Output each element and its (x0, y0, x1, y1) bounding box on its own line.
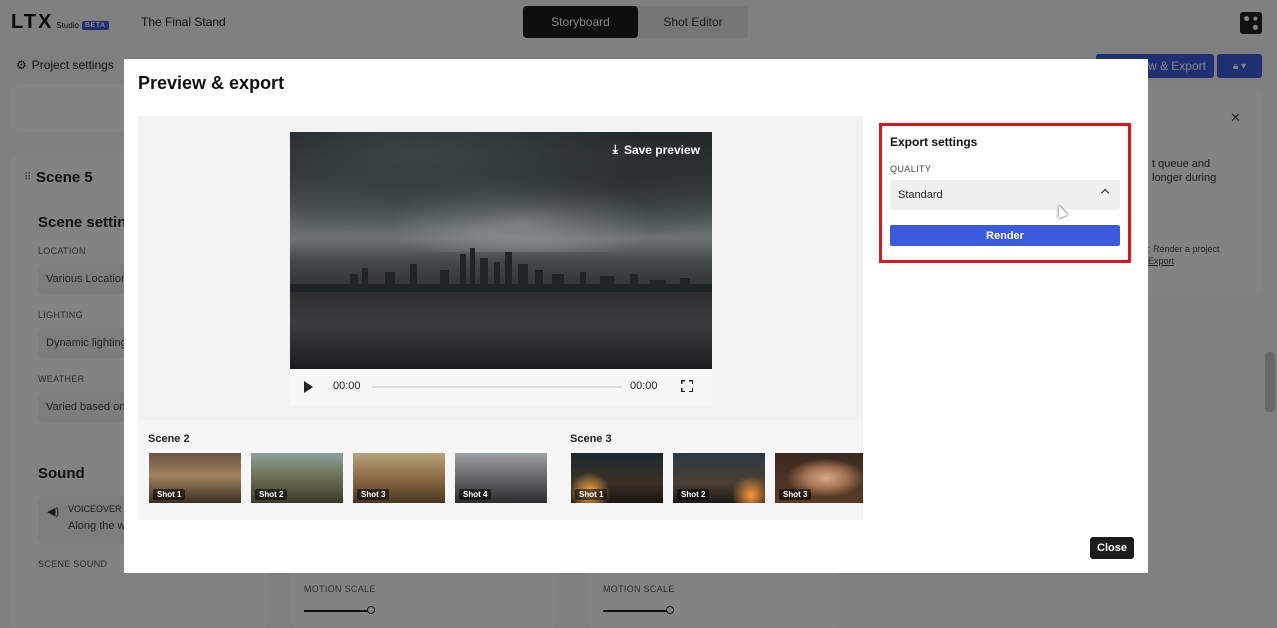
scene-3-shot-2[interactable]: Shot 2 (673, 453, 765, 503)
total-time: 00:00 (630, 380, 658, 392)
export-settings-panel: Export settings QUALITY Standard Render (879, 123, 1131, 263)
video-frame-ruins (290, 292, 712, 369)
render-button[interactable]: Render (890, 225, 1120, 246)
quality-label: QUALITY (890, 164, 932, 174)
video-controls: 00:00 00:00 (290, 369, 712, 405)
download-icon: ⤓ (612, 142, 618, 156)
scene-3-shot-3[interactable]: Shot 3 (775, 453, 863, 503)
shot-label: Shot 1 (575, 489, 608, 500)
preview-area: ⤓ Save preview 00:00 00:00 (138, 116, 863, 420)
quality-select[interactable]: Standard (890, 180, 1120, 210)
scene-2-shot-1[interactable]: Shot 1 (149, 453, 241, 503)
scene-timeline: Scene 2 Shot 1 Shot 2 Shot 3 Shot 4 Scen… (138, 420, 863, 520)
progress-bar[interactable] (372, 386, 622, 388)
scene-2-label: Scene 2 (148, 433, 190, 445)
scene-3-shot-1[interactable]: Shot 1 (571, 453, 663, 503)
scene-2-shot-4[interactable]: Shot 4 (455, 453, 547, 503)
shot-label: Shot 3 (357, 489, 390, 500)
shot-label: Shot 3 (779, 489, 812, 500)
chevron-up-icon (1100, 188, 1110, 198)
save-preview-button[interactable]: ⤓ Save preview (613, 142, 700, 157)
current-time: 00:00 (333, 380, 361, 392)
play-icon[interactable] (304, 381, 313, 393)
shot-label: Shot 4 (459, 489, 492, 500)
shot-label: Shot 2 (677, 489, 710, 500)
scene-3-label: Scene 3 (570, 433, 612, 445)
scene-2-shot-2[interactable]: Shot 2 (251, 453, 343, 503)
shot-label: Shot 1 (153, 489, 186, 500)
video-player[interactable]: ⤓ Save preview (290, 132, 712, 369)
close-button[interactable]: Close (1090, 537, 1134, 559)
fullscreen-icon[interactable] (681, 380, 693, 392)
scene-2-shot-3[interactable]: Shot 3 (353, 453, 445, 503)
save-preview-label: Save preview (623, 142, 700, 157)
preview-export-modal: Preview & export ⤓ Save preview 00:00 00… (124, 59, 1148, 573)
export-settings-title: Export settings (890, 135, 978, 149)
quality-value: Standard (898, 189, 943, 201)
modal-title: Preview & export (138, 73, 285, 93)
shot-label: Shot 2 (255, 489, 288, 500)
